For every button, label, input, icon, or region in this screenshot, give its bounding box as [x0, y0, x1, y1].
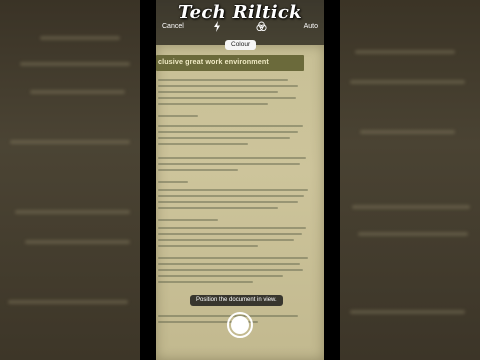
document-heading: clusive great work environment	[158, 57, 269, 66]
document-text-line	[158, 189, 308, 191]
flash-icon[interactable]	[213, 21, 221, 32]
filter-icon[interactable]	[256, 21, 267, 32]
blur-text-line	[350, 80, 465, 84]
document-text-line	[158, 85, 298, 87]
blur-text-line	[355, 50, 455, 54]
blur-text-line	[25, 240, 130, 244]
blur-text-line	[15, 210, 130, 214]
blur-text-line	[350, 310, 465, 314]
document-text-line	[158, 181, 188, 183]
positioning-hint: Position the document in view.	[190, 295, 283, 306]
blur-text-line	[352, 205, 470, 209]
blur-text-line	[40, 36, 120, 40]
document-text-line	[158, 233, 302, 235]
document-text-line	[158, 163, 300, 165]
document-text-line	[158, 195, 304, 197]
shutter-icon	[231, 316, 249, 334]
document-text-line	[158, 143, 248, 145]
auto-capture-toggle[interactable]: Auto	[304, 23, 318, 30]
document-text-line	[158, 227, 306, 229]
document-text-line	[158, 315, 298, 317]
document-text-line	[158, 269, 303, 271]
shutter-button[interactable]	[227, 312, 253, 338]
blur-text-line	[360, 130, 455, 134]
document-text-line	[158, 91, 278, 93]
document-text-line	[158, 169, 238, 171]
blur-text-line	[358, 232, 468, 236]
document-text-line	[158, 245, 258, 247]
colour-mode-button[interactable]: Colour	[225, 40, 257, 50]
document-text-line	[158, 281, 253, 283]
document-text-line	[158, 207, 278, 209]
document-text-line	[158, 201, 298, 203]
blur-text-line	[30, 90, 125, 94]
channel-watermark: Tech Riltick	[178, 2, 302, 23]
document-text-line	[158, 157, 306, 159]
blur-text-line	[10, 140, 130, 144]
document-text-line	[158, 131, 298, 133]
document-text-line	[158, 257, 308, 259]
left-blurred-panel	[0, 0, 140, 360]
document-text-line	[158, 239, 294, 241]
document-text-line	[158, 219, 218, 221]
document-text-line	[158, 103, 268, 105]
right-blurred-panel	[340, 0, 480, 360]
document-text-line	[158, 97, 296, 99]
blur-text-line	[8, 300, 128, 304]
document-text-line	[158, 115, 198, 117]
document-text-line	[158, 275, 283, 277]
document-text-line	[158, 137, 290, 139]
scanner-screen: clusive great work environment Tech Rilt	[156, 0, 324, 360]
document-text-line	[158, 79, 288, 81]
blur-text-line	[20, 62, 130, 66]
document-text-line	[158, 125, 303, 127]
cancel-button[interactable]: Cancel	[162, 23, 184, 30]
document-text-line	[158, 263, 300, 265]
